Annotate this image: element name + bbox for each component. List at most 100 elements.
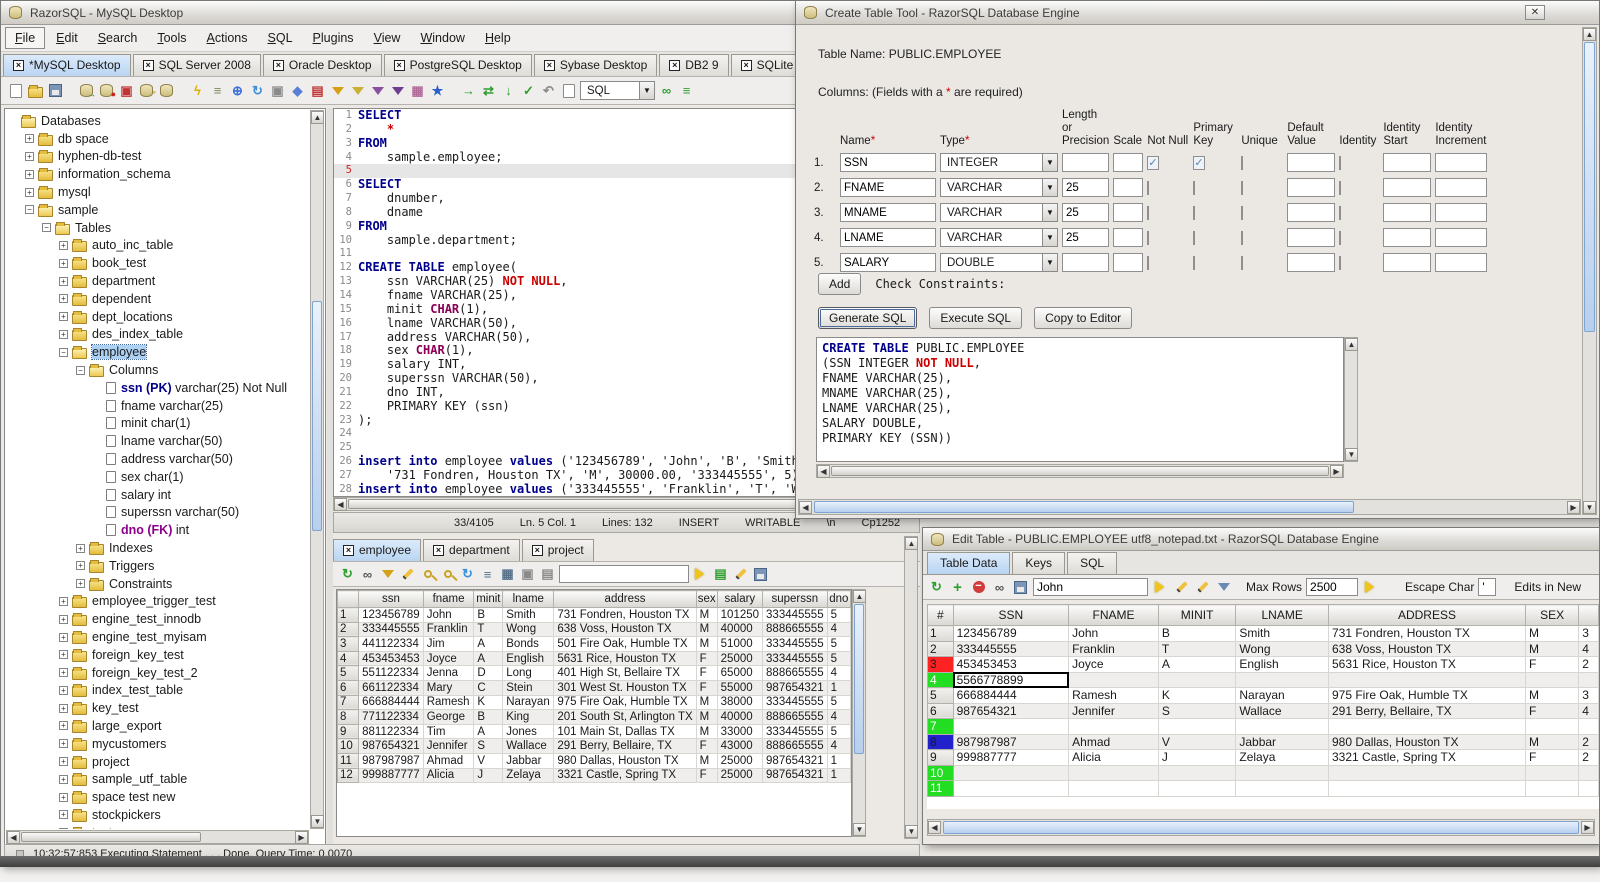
cell[interactable] — [1524, 718, 1580, 735]
expand-icon[interactable]: + — [59, 650, 68, 660]
cell[interactable]: 4 — [826, 665, 851, 681]
cell[interactable]: Joyce — [422, 650, 475, 667]
expand-icon[interactable]: + — [25, 151, 34, 161]
cell[interactable]: 453453453 — [358, 650, 424, 667]
cell[interactable]: 5 — [826, 607, 851, 623]
cell[interactable]: Franklin — [1068, 640, 1159, 657]
scale-input[interactable] — [1113, 178, 1144, 197]
column-type-dropdown[interactable]: DOUBLE ▼ — [940, 253, 1058, 272]
tree-item-large-export[interactable]: + large_export — [8, 717, 309, 735]
default-value-input[interactable] — [1287, 203, 1336, 222]
edit-results-icon[interactable] — [732, 566, 749, 582]
copy-to-editor-button[interactable]: Copy to Editor — [1034, 307, 1133, 329]
edit-cell-icon[interactable] — [399, 566, 416, 582]
chevron-down-icon[interactable]: ▼ — [1042, 204, 1057, 221]
cell[interactable]: Wallace — [502, 738, 555, 754]
cell[interactable]: Narayan — [502, 694, 555, 711]
tree-item-columns[interactable]: − Columns — [8, 361, 309, 379]
cell[interactable] — [1328, 718, 1526, 735]
cell[interactable]: 638 Voss, Houston TX — [1328, 640, 1526, 657]
tree-item-foreign-key-test-2[interactable]: + foreign_key_test_2 — [8, 664, 309, 682]
scroll-left-icon[interactable]: ◀ — [928, 821, 941, 834]
tree-item-hyphen-db-test[interactable]: + hyphen-db-test — [8, 148, 309, 166]
cell[interactable]: 333445555 — [762, 636, 828, 652]
default-value-input[interactable] — [1287, 178, 1336, 197]
cell[interactable]: 333445555 — [358, 621, 424, 638]
tree-item-constraints[interactable]: + Constraints — [8, 575, 309, 593]
column-name-input[interactable] — [840, 228, 936, 247]
connection-tab-oracle-desktop[interactable]: × Oracle Desktop — [262, 54, 382, 76]
cell[interactable]: 65000 — [716, 665, 764, 681]
cell[interactable]: Jennifer — [1068, 702, 1159, 719]
edit-window-hscrollbar[interactable]: ◀ ▶ — [927, 819, 1595, 836]
menu-view[interactable]: View — [365, 28, 410, 48]
identity-checkbox[interactable] — [1339, 230, 1342, 245]
cell[interactable]: 123456789 — [358, 607, 424, 623]
identity-start-input[interactable] — [1383, 228, 1432, 247]
table-row[interactable]: 1 123456789 John B Smith 731 Fondren, Houston… — [927, 625, 1599, 642]
expand-icon[interactable]: + — [25, 187, 34, 197]
tree-item-employee-trigger-test[interactable]: + employee_trigger_test — [8, 593, 309, 611]
cell[interactable]: 40000 — [716, 709, 764, 725]
tree-item-dependent[interactable]: + dependent — [8, 290, 309, 308]
edit-tab-sql[interactable]: SQL — [1067, 552, 1118, 574]
execute-query-icon[interactable]: ϟ — [189, 83, 206, 99]
save-icon[interactable] — [47, 83, 64, 99]
collapse-icon[interactable]: − — [25, 205, 34, 215]
cell[interactable]: Alicia — [1068, 749, 1159, 766]
cell[interactable]: 43000 — [716, 738, 764, 754]
connection-tab-sql-server-2008[interactable]: × SQL Server 2008 — [132, 54, 261, 76]
connection-tab-sqlite[interactable]: × SQLite — [730, 54, 804, 76]
table-row[interactable]: 3 453453453 Joyce A English 5631 Rice, Housto… — [927, 656, 1599, 673]
cell[interactable]: F — [1524, 702, 1580, 719]
cell[interactable]: Wong — [502, 621, 555, 638]
tree-item-dept-locations[interactable]: + dept_locations — [8, 308, 309, 326]
cell[interactable]: V — [1157, 733, 1237, 750]
save-edits-icon[interactable] — [1012, 579, 1029, 595]
cell[interactable]: A — [473, 636, 504, 652]
chevron-down-icon[interactable]: ▼ — [1042, 229, 1057, 246]
scroll-left-icon[interactable]: ◀ — [334, 498, 347, 511]
column-type-dropdown[interactable]: VARCHAR ▼ — [940, 203, 1058, 222]
length-input[interactable] — [1062, 153, 1110, 172]
cell[interactable]: 4 — [826, 709, 851, 725]
tree-item-space-test-new[interactable]: + space test new — [8, 788, 309, 806]
cell[interactable]: Wallace — [1235, 702, 1329, 719]
highlight-icon[interactable] — [1173, 579, 1190, 595]
cell[interactable]: F — [1524, 749, 1580, 766]
cell[interactable] — [952, 764, 1070, 781]
cell[interactable]: F — [695, 679, 718, 696]
sql-mode-dropdown[interactable]: SQL ▼ — [580, 81, 655, 100]
identity-checkbox[interactable] — [1339, 155, 1342, 170]
search-file-icon[interactable]: ⊕ — [229, 83, 246, 99]
scroll-right-icon[interactable]: ▶ — [295, 831, 308, 844]
cell[interactable]: M — [1524, 640, 1580, 657]
row-number[interactable]: 3 — [927, 656, 954, 673]
cell[interactable]: M — [695, 752, 718, 769]
column-header-lname[interactable]: lname — [502, 590, 555, 608]
cell[interactable]: 731 Fondren, Houston TX — [1328, 625, 1526, 642]
primary-key-checkbox[interactable] — [1193, 180, 1196, 195]
cell[interactable]: Jabbar — [1235, 733, 1329, 750]
cell[interactable]: Jim — [422, 636, 475, 652]
cell[interactable]: 3 — [1578, 687, 1599, 704]
tree-item-auto-inc-table[interactable]: + auto_inc_table — [8, 237, 309, 255]
expand-icon[interactable]: + — [59, 721, 68, 731]
scale-input[interactable] — [1113, 153, 1144, 172]
tree-item-indexes[interactable]: + Indexes — [8, 539, 309, 557]
cell[interactable]: 333445555 — [762, 650, 828, 667]
cell[interactable] — [1524, 671, 1580, 688]
row-number[interactable]: 2 — [337, 621, 360, 638]
unique-checkbox[interactable] — [1241, 205, 1244, 220]
row-number[interactable]: 9 — [927, 749, 954, 766]
fetch-icon[interactable]: ↓ — [500, 83, 517, 99]
refresh-table-icon[interactable]: ↻ — [928, 579, 945, 595]
cell[interactable]: 2 — [1578, 749, 1599, 766]
cell[interactable]: 881122334 — [358, 723, 424, 740]
cell[interactable]: 2 — [1578, 733, 1599, 750]
foreign-key-icon[interactable] — [439, 566, 456, 582]
cell[interactable]: 987987987 — [952, 733, 1070, 750]
cell[interactable]: 5631 Rice, Houston TX — [1328, 656, 1526, 673]
cell[interactable]: Jabbar — [502, 752, 555, 769]
expand-icon[interactable]: + — [25, 134, 34, 144]
